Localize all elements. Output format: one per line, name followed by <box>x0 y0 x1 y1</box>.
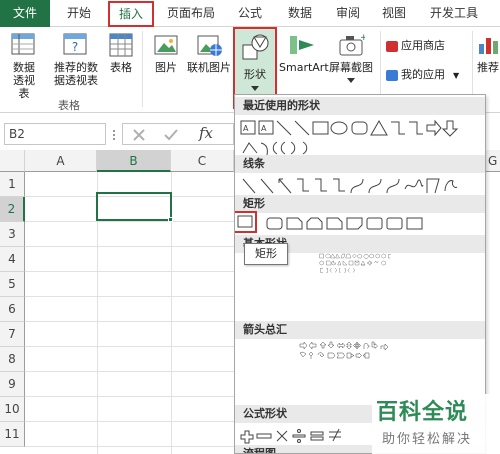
svg-text:+: + <box>360 33 365 43</box>
tab-data[interactable]: 数据 <box>278 0 322 27</box>
tab-insert[interactable]: 插入 <box>108 1 154 27</box>
shapes-icon <box>242 34 269 60</box>
grid-line <box>25 321 235 322</box>
group-divider <box>142 31 143 107</box>
pictures-button[interactable]: 图片 <box>150 32 182 74</box>
pivot-table-label: 数据透视表 <box>13 61 35 100</box>
tab-file[interactable]: 文件 <box>0 0 50 27</box>
chevron-down-icon <box>347 78 355 83</box>
ribbon-tab-bar: 文件 开始 插入 页面布局 公式 数据 审阅 视图 开发工具 <box>0 0 500 27</box>
section-recent: 最近使用的形状 <box>235 97 485 115</box>
grid-line <box>25 396 235 397</box>
arrow-shapes-grid[interactable] <box>239 341 479 363</box>
pivot-table-button[interactable]: 数据透视表 <box>4 32 44 100</box>
select-all-corner[interactable] <box>0 150 25 172</box>
svg-text:A: A <box>243 124 249 133</box>
tab-developer[interactable]: 开发工具 <box>420 0 488 27</box>
apps-icon <box>386 69 398 81</box>
watermark-subtitle: 助你轻松解决 <box>382 432 473 447</box>
insert-function-button[interactable]: fx <box>199 124 213 142</box>
tab-review[interactable]: 审阅 <box>328 0 368 27</box>
pictures-label: 图片 <box>155 61 177 74</box>
watermark: 百科全说 助你轻松解决 <box>372 394 500 454</box>
recommended-label: 推荐 <box>477 61 499 74</box>
picture-icon <box>154 35 178 55</box>
app-store-button[interactable]: 应用商店 <box>386 37 445 55</box>
tab-formulas[interactable]: 公式 <box>228 0 272 27</box>
online-pictures-button[interactable]: 联机图片 <box>186 32 232 74</box>
recent-shapes-row[interactable]: A A <box>239 117 479 139</box>
grid-line <box>25 271 235 272</box>
online-picture-icon <box>197 35 222 56</box>
cancel-icon[interactable] <box>131 127 147 143</box>
row-header[interactable]: 8 <box>0 347 25 372</box>
section-arrows: 箭头总汇 <box>235 321 485 339</box>
table-icon <box>109 33 133 57</box>
selected-cell[interactable] <box>96 192 172 221</box>
table-label: 表格 <box>110 61 132 74</box>
row-header[interactable]: 4 <box>0 247 25 272</box>
online-pictures-label: 联机图片 <box>187 61 231 74</box>
shape-tooltip: 矩形 <box>244 243 288 265</box>
grid-line <box>25 446 235 447</box>
row-header[interactable]: 5 <box>0 272 25 297</box>
my-apps-button[interactable]: 我的应用 ▼ <box>386 66 459 84</box>
tab-page-layout[interactable]: 页面布局 <box>160 0 222 27</box>
svg-text:?: ? <box>72 40 78 54</box>
chevron-down-icon <box>251 86 259 91</box>
screenshot-label: 屏幕截图 <box>329 61 373 74</box>
tables-group-label: 表格 <box>58 99 80 112</box>
column-header[interactable]: G <box>486 150 500 172</box>
line-shapes-row[interactable] <box>239 175 479 197</box>
chart-icon <box>479 38 498 54</box>
rectangle-shape-highlight[interactable] <box>235 211 257 233</box>
shapes-label: 形状 <box>244 68 266 81</box>
row-header[interactable]: 6 <box>0 297 25 322</box>
formula-buttons: fx <box>122 123 234 145</box>
chevron-down-icon: ▼ <box>453 71 460 80</box>
tab-view[interactable]: 视图 <box>374 0 414 27</box>
recommended-pivot-icon: ? <box>63 33 87 55</box>
row-header[interactable]: 2 <box>0 197 25 222</box>
smartart-label: SmartArt <box>279 61 329 74</box>
row-header[interactable]: 7 <box>0 322 25 347</box>
section-rectangles: 矩形 <box>235 195 485 213</box>
tab-home[interactable]: 开始 <box>56 0 102 27</box>
grid-line <box>25 246 235 247</box>
grid-line <box>25 421 235 422</box>
row-header[interactable]: 11 <box>0 422 25 447</box>
recommended-pivot-button[interactable]: ? 推荐的数据透视表 <box>50 32 102 87</box>
more-options-icon <box>113 130 115 140</box>
screenshot-icon: + <box>339 33 365 56</box>
watermark-title: 百科全说 <box>376 400 469 425</box>
row-header[interactable]: 9 <box>0 372 25 397</box>
row-header[interactable]: 1 <box>0 172 25 197</box>
smartart-button[interactable]: SmartArt <box>279 32 329 74</box>
section-lines: 线条 <box>235 155 485 173</box>
recommended-pivot-label: 推荐的数据透视表 <box>54 61 98 87</box>
recommended-charts-button[interactable]: 推荐 <box>476 32 500 74</box>
rectangle-shapes-row[interactable] <box>239 213 479 235</box>
row-header[interactable]: 3 <box>0 222 25 247</box>
store-icon <box>386 40 398 52</box>
grid-line <box>25 371 235 372</box>
grid-line <box>25 296 235 297</box>
fill-handle[interactable] <box>168 217 173 222</box>
column-header[interactable]: B <box>97 150 171 172</box>
screenshot-button[interactable]: + 屏幕截图 <box>327 32 375 84</box>
pivot-table-icon <box>11 33 35 55</box>
column-header[interactable]: C <box>171 150 234 172</box>
smartart-icon <box>290 36 314 54</box>
rectangle-icon <box>237 215 253 228</box>
app-store-label: 应用商店 <box>401 39 445 52</box>
confirm-icon[interactable] <box>163 127 179 143</box>
grid-line <box>25 346 235 347</box>
row-header[interactable]: 10 <box>0 397 25 422</box>
column-header[interactable]: A <box>25 150 97 172</box>
table-button[interactable]: 表格 <box>104 32 138 74</box>
my-apps-label: 我的应用 <box>401 68 445 81</box>
name-box[interactable]: B2 <box>4 123 106 145</box>
grid-line <box>25 221 235 222</box>
svg-text:A: A <box>261 124 267 133</box>
